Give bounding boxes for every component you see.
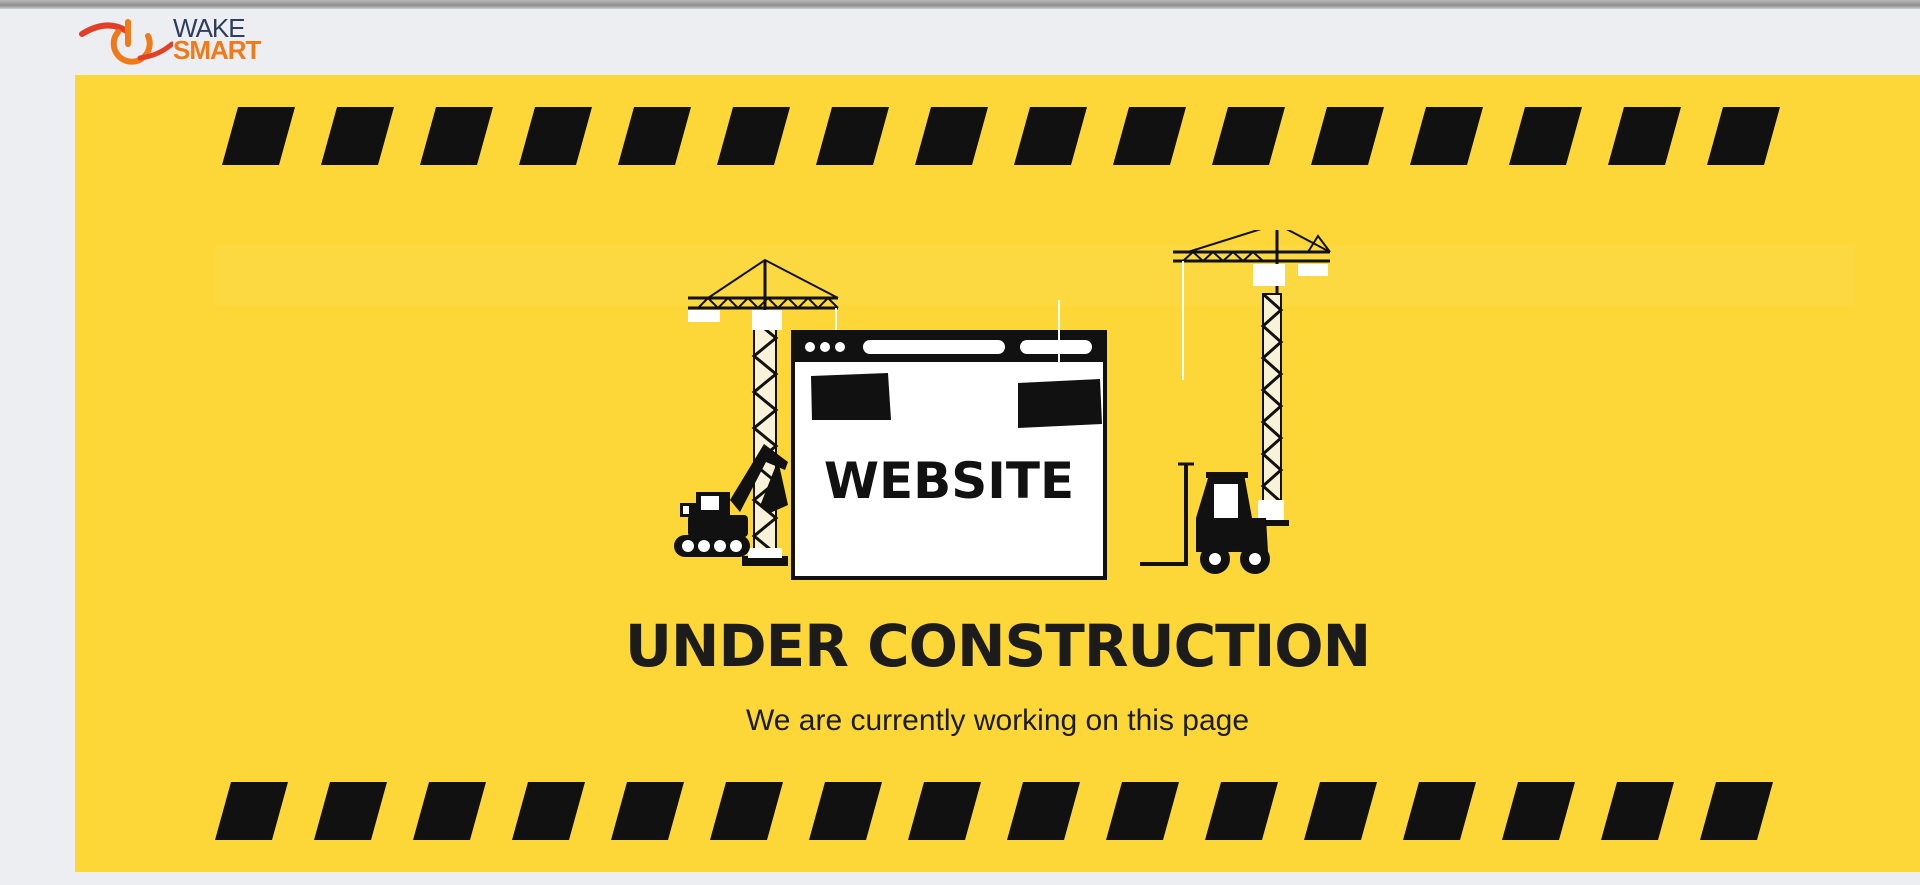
under-construction-subtext: We are currently working on this page bbox=[745, 704, 1250, 737]
browser-window-icon: WEBSITE bbox=[791, 300, 1107, 580]
hazard-stripes-top bbox=[222, 107, 1780, 165]
power-swoosh-icon bbox=[79, 19, 173, 65]
wakesmart-logo[interactable]: WAKE SMART bbox=[78, 14, 278, 66]
forklift-icon bbox=[1140, 462, 1270, 574]
logo-smart-text: SMART bbox=[173, 35, 261, 65]
under-construction-banner: WEBSITE UNDER CONSTRUCTION We are curren… bbox=[75, 75, 1920, 872]
hazard-stripes-bottom bbox=[215, 782, 1773, 840]
website-label: WEBSITE bbox=[824, 452, 1074, 510]
construction-illustration: WEBSITE bbox=[674, 230, 1331, 580]
right-crane-icon bbox=[1173, 230, 1331, 526]
under-construction-heading: UNDER CONSTRUCTION bbox=[624, 612, 1371, 680]
window-top-border bbox=[0, 0, 1920, 9]
